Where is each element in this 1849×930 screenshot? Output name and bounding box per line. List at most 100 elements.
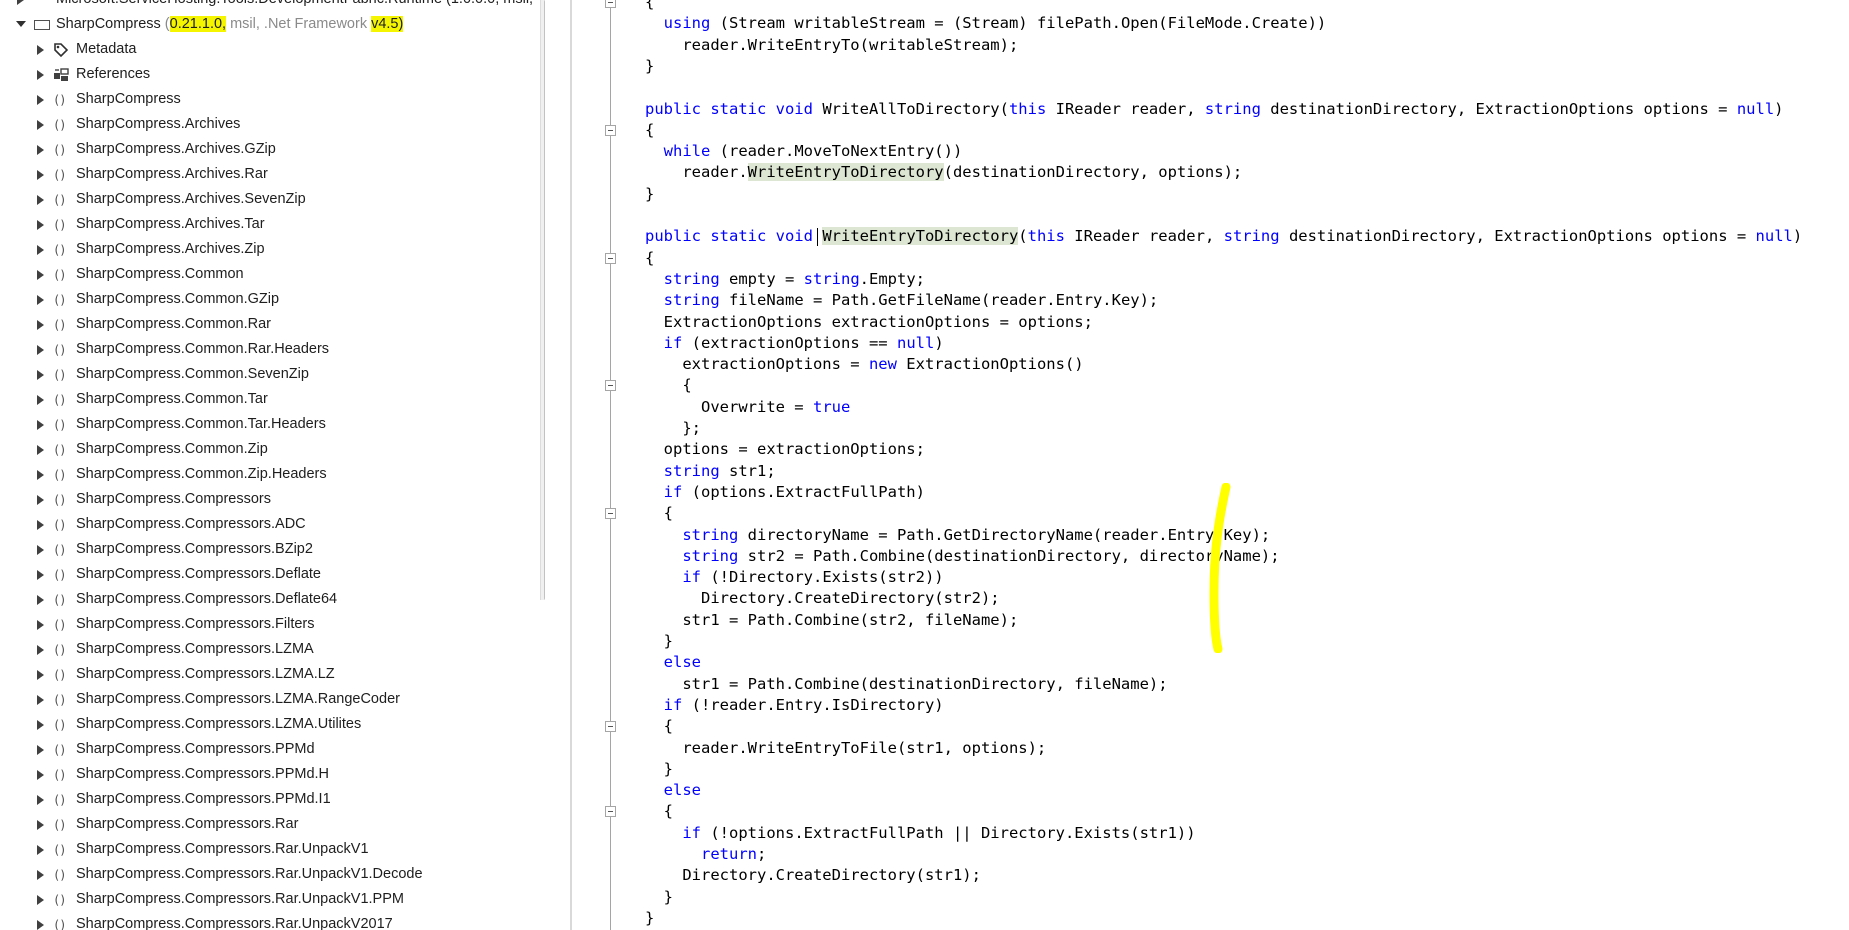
expand-arrow-icon[interactable] bbox=[37, 395, 44, 405]
expand-arrow-icon[interactable] bbox=[37, 270, 44, 280]
expand-arrow-icon[interactable] bbox=[37, 645, 44, 655]
expand-arrow-icon[interactable] bbox=[37, 470, 44, 480]
tree-row[interactable]: () SharpCompress.Common.Rar.Headers bbox=[0, 337, 540, 362]
tree-row[interactable]: () SharpCompress.Compressors.LZMA bbox=[0, 637, 540, 662]
namespace-icon: () bbox=[53, 793, 66, 807]
expand-arrow-icon[interactable] bbox=[37, 445, 44, 455]
expand-arrow-icon[interactable] bbox=[37, 320, 44, 330]
expand-arrow-icon[interactable] bbox=[37, 195, 44, 205]
expand-arrow-icon[interactable] bbox=[37, 570, 44, 580]
expand-arrow-icon[interactable] bbox=[17, 0, 24, 5]
expand-arrow-icon[interactable] bbox=[37, 920, 44, 930]
tree-row[interactable]: () SharpCompress.Common.Rar bbox=[0, 312, 540, 337]
collapse-arrow-icon[interactable] bbox=[16, 21, 26, 27]
expand-arrow-icon[interactable] bbox=[37, 545, 44, 555]
tree-row[interactable]: () SharpCompress.Compressors.PPMd.H bbox=[0, 762, 540, 787]
tree-row[interactable]: () SharpCompress.Archives.Rar bbox=[0, 162, 540, 187]
tree-row[interactable]: References bbox=[0, 62, 540, 87]
expand-arrow-icon[interactable] bbox=[37, 595, 44, 605]
code-reference-highlight: WriteEntryToDirectory bbox=[747, 163, 944, 182]
fold-collapse-icon[interactable] bbox=[605, 508, 616, 520]
tree-row[interactable]: () SharpCompress.Compressors.PPMd bbox=[0, 737, 540, 762]
tree-row-label: SharpCompress bbox=[76, 91, 181, 107]
tree-scrollbar[interactable] bbox=[540, 0, 545, 600]
tree-row[interactable]: () SharpCompress bbox=[0, 87, 540, 112]
fold-collapse-icon[interactable] bbox=[605, 124, 616, 136]
tree-row-label: SharpCompress.Compressors.Deflate bbox=[76, 566, 321, 582]
tree-row[interactable]: () SharpCompress.Common bbox=[0, 262, 540, 287]
expand-arrow-icon[interactable] bbox=[37, 620, 44, 630]
fold-collapse-icon[interactable] bbox=[605, 721, 616, 733]
expand-arrow-icon[interactable] bbox=[37, 770, 44, 780]
tree-row[interactable]: () SharpCompress.Compressors.Deflate64 bbox=[0, 587, 540, 612]
tree-row[interactable]: () SharpCompress.Archives.Zip bbox=[0, 237, 540, 262]
tree-row[interactable]: () SharpCompress.Compressors.LZMA.RangeCo… bbox=[0, 687, 540, 712]
fold-collapse-icon[interactable] bbox=[605, 0, 616, 8]
expand-arrow-icon[interactable] bbox=[37, 845, 44, 855]
expand-arrow-icon[interactable] bbox=[37, 45, 44, 55]
code-view[interactable]: { using (Stream writableStream = (Stream… bbox=[572, 0, 1849, 930]
expand-arrow-icon[interactable] bbox=[37, 895, 44, 905]
expand-arrow-icon[interactable] bbox=[37, 95, 44, 105]
expand-arrow-icon[interactable] bbox=[37, 745, 44, 755]
tree-row[interactable]: () SharpCompress.Archives.Tar bbox=[0, 212, 540, 237]
tree-row[interactable]: () SharpCompress.Common.SevenZip bbox=[0, 362, 540, 387]
tree-row[interactable]: () SharpCompress.Compressors.Rar.UnpackV1… bbox=[0, 862, 540, 887]
tree-row[interactable]: () SharpCompress.Archives.GZip bbox=[0, 137, 540, 162]
namespace-icon: () bbox=[53, 243, 66, 257]
tree-row[interactable]: () SharpCompress.Compressors.BZip2 bbox=[0, 537, 540, 562]
expand-arrow-icon[interactable] bbox=[37, 220, 44, 230]
expand-arrow-icon[interactable] bbox=[37, 145, 44, 155]
expand-arrow-icon[interactable] bbox=[37, 695, 44, 705]
tree-row[interactable]: () SharpCompress.Common.Tar bbox=[0, 387, 540, 412]
tree-row-label: SharpCompress.Archives.Rar bbox=[76, 166, 268, 182]
fold-collapse-icon[interactable] bbox=[605, 380, 616, 392]
tree-row[interactable]: () SharpCompress.Compressors.Rar.UnpackV1 bbox=[0, 837, 540, 862]
tree-row[interactable]: () SharpCompress.Common.Zip bbox=[0, 437, 540, 462]
tree-row-assembly[interactable]: SharpCompress (0.21.1.0, msil, .Net Fram… bbox=[0, 12, 540, 37]
tree-row[interactable]: Metadata bbox=[0, 37, 540, 62]
tree-row[interactable]: () SharpCompress.Archives bbox=[0, 112, 540, 137]
tree-row-partial[interactable]: Microsoft.ServiceHosting.Tools.Developme… bbox=[0, 0, 540, 12]
expand-arrow-icon[interactable] bbox=[37, 870, 44, 880]
tree-row[interactable]: () SharpCompress.Compressors.Rar.UnpackV2… bbox=[0, 912, 540, 930]
expand-arrow-icon[interactable] bbox=[37, 370, 44, 380]
code-text: (options.ExtractFullPath) bbox=[682, 482, 925, 501]
tree-row[interactable]: () SharpCompress.Compressors.Deflate bbox=[0, 562, 540, 587]
tree-row[interactable]: () SharpCompress.Compressors.Filters bbox=[0, 612, 540, 637]
fold-collapse-icon[interactable] bbox=[605, 252, 616, 264]
tree-row[interactable]: () SharpCompress.Compressors.PPMd.I1 bbox=[0, 787, 540, 812]
tree-row[interactable]: () SharpCompress.Compressors.LZMA.Utilite… bbox=[0, 712, 540, 737]
expand-arrow-icon[interactable] bbox=[37, 295, 44, 305]
expand-arrow-icon[interactable] bbox=[37, 245, 44, 255]
expand-arrow-icon[interactable] bbox=[37, 495, 44, 505]
tree-row[interactable]: () SharpCompress.Archives.SevenZip bbox=[0, 187, 540, 212]
fold-collapse-icon[interactable] bbox=[605, 806, 616, 818]
tree-row-label: SharpCompress.Common.Zip bbox=[76, 441, 268, 457]
tree-row-label: SharpCompress.Compressors bbox=[76, 491, 272, 507]
tree-row[interactable]: () SharpCompress.Compressors bbox=[0, 487, 540, 512]
expand-arrow-icon[interactable] bbox=[37, 520, 44, 530]
expand-arrow-icon[interactable] bbox=[37, 795, 44, 805]
tree-row[interactable]: () SharpCompress.Compressors.ADC bbox=[0, 512, 540, 537]
expand-arrow-icon[interactable] bbox=[37, 345, 44, 355]
expand-arrow-icon[interactable] bbox=[37, 720, 44, 730]
expand-arrow-icon[interactable] bbox=[37, 120, 44, 130]
tree-scrollbar-thumb[interactable] bbox=[544, 0, 545, 600]
tree-row[interactable]: () SharpCompress.Compressors.Rar.UnpackV1… bbox=[0, 887, 540, 912]
tree-row[interactable]: () SharpCompress.Common.Tar.Headers bbox=[0, 412, 540, 437]
tree-row[interactable]: () SharpCompress.Compressors.Rar bbox=[0, 812, 540, 837]
code-text: options = extractionOptions; bbox=[645, 440, 925, 459]
tree-row[interactable]: () SharpCompress.Compressors.LZMA.LZ bbox=[0, 662, 540, 687]
code-line: string directoryName = Path.GetDirectory… bbox=[645, 525, 1270, 546]
expand-arrow-icon[interactable] bbox=[37, 820, 44, 830]
code-keyword: public static void bbox=[645, 227, 813, 246]
expand-arrow-icon[interactable] bbox=[37, 670, 44, 680]
tree-row[interactable]: () SharpCompress.Common.GZip bbox=[0, 287, 540, 312]
code-text: reader. bbox=[645, 163, 748, 182]
expand-arrow-icon[interactable] bbox=[37, 420, 44, 430]
expand-arrow-icon[interactable] bbox=[37, 70, 44, 80]
expand-arrow-icon[interactable] bbox=[37, 170, 44, 180]
tree-row[interactable]: () SharpCompress.Common.Zip.Headers bbox=[0, 462, 540, 487]
code-text: ( bbox=[1018, 227, 1028, 246]
